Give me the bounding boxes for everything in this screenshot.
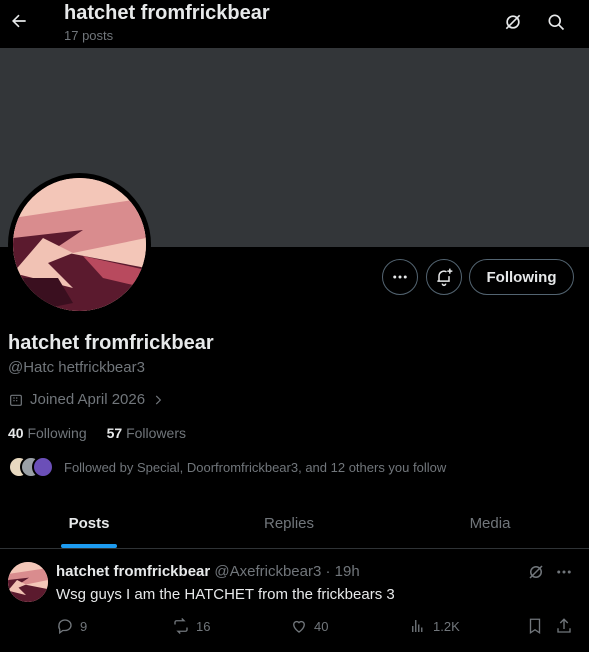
following-stat[interactable]: 40 Following	[8, 425, 87, 441]
joined-label: Joined April 2026	[30, 391, 146, 408]
post-item[interactable]: hatchet fromfrickbear @Axefrickbear3 · 1…	[0, 549, 589, 652]
profile-tabs: Posts Replies Media	[0, 497, 589, 549]
tab-replies[interactable]: Replies	[189, 497, 389, 549]
display-name: hatchet fromfrickbear	[8, 332, 214, 354]
views-count: 1.2K	[433, 618, 460, 634]
post-meta[interactable]: @Axefrickbear3 · 19h	[214, 563, 359, 580]
notifications-button[interactable]	[426, 259, 462, 295]
heart-icon	[293, 620, 305, 633]
user-handle: @Hatc hetfrickbear3	[8, 359, 145, 376]
follow-stats: 40 Following 57 Followers	[8, 425, 186, 441]
followed-by-text: Followed by Special, Doorfromfrickbear3,…	[64, 459, 447, 475]
more-icon	[393, 275, 407, 279]
chevron-right-icon	[155, 395, 162, 404]
post-count: 17 posts	[64, 28, 114, 43]
like-button[interactable]: 40	[290, 617, 328, 635]
top-bar: hatchet fromfrickbear 17 posts	[0, 0, 589, 48]
post-header: hatchet fromfrickbear @Axefrickbear3 · 1…	[56, 563, 360, 580]
calendar-icon	[10, 394, 22, 406]
search-icon	[548, 14, 565, 31]
follower-avatar	[32, 456, 54, 478]
post-avatar[interactable]	[8, 562, 48, 602]
share-icon	[557, 618, 571, 633]
views-icon	[412, 620, 423, 632]
bookmark-icon	[529, 618, 541, 635]
avatar-image	[13, 178, 146, 311]
followed-by[interactable]: Followed by Special, Doorfromfrickbear3,…	[8, 456, 446, 478]
repost-icon	[174, 618, 188, 634]
active-tab-indicator	[61, 544, 117, 548]
reply-count: 9	[80, 618, 88, 634]
post-text: Wsg guys I am the HATCHET from the frick…	[56, 586, 395, 603]
repost-button[interactable]: 16	[172, 617, 210, 635]
views-button[interactable]: 1.2K	[409, 617, 460, 635]
page-title: hatchet fromfrickbear	[64, 2, 270, 24]
grok-button[interactable]	[499, 8, 527, 36]
grok-icon	[529, 565, 543, 579]
joined-date[interactable]: Joined April 2026	[8, 391, 165, 408]
grok-icon	[505, 14, 521, 30]
like-count: 40	[314, 618, 329, 634]
post-grok-button[interactable]	[527, 563, 545, 581]
tab-posts[interactable]: Posts	[0, 497, 178, 549]
profile-avatar[interactable]	[8, 173, 151, 316]
following-button[interactable]: Following	[469, 259, 574, 295]
repost-count: 16	[196, 618, 211, 634]
reply-icon	[58, 619, 72, 635]
arrow-left-icon	[12, 14, 26, 28]
bell-plus-icon	[437, 268, 453, 287]
tab-media[interactable]: Media	[400, 497, 580, 549]
back-button[interactable]	[4, 6, 34, 36]
reply-button[interactable]: 9	[56, 617, 87, 635]
followers-stat[interactable]: 57 Followers	[107, 425, 186, 441]
share-button[interactable]	[555, 617, 573, 635]
post-author[interactable]: hatchet fromfrickbear	[56, 563, 210, 580]
more-icon	[557, 570, 571, 574]
avatar-image	[8, 562, 48, 602]
post-more-button[interactable]	[555, 563, 573, 581]
search-button[interactable]	[542, 8, 570, 36]
more-button[interactable]	[382, 259, 418, 295]
bookmark-button[interactable]	[526, 617, 544, 635]
